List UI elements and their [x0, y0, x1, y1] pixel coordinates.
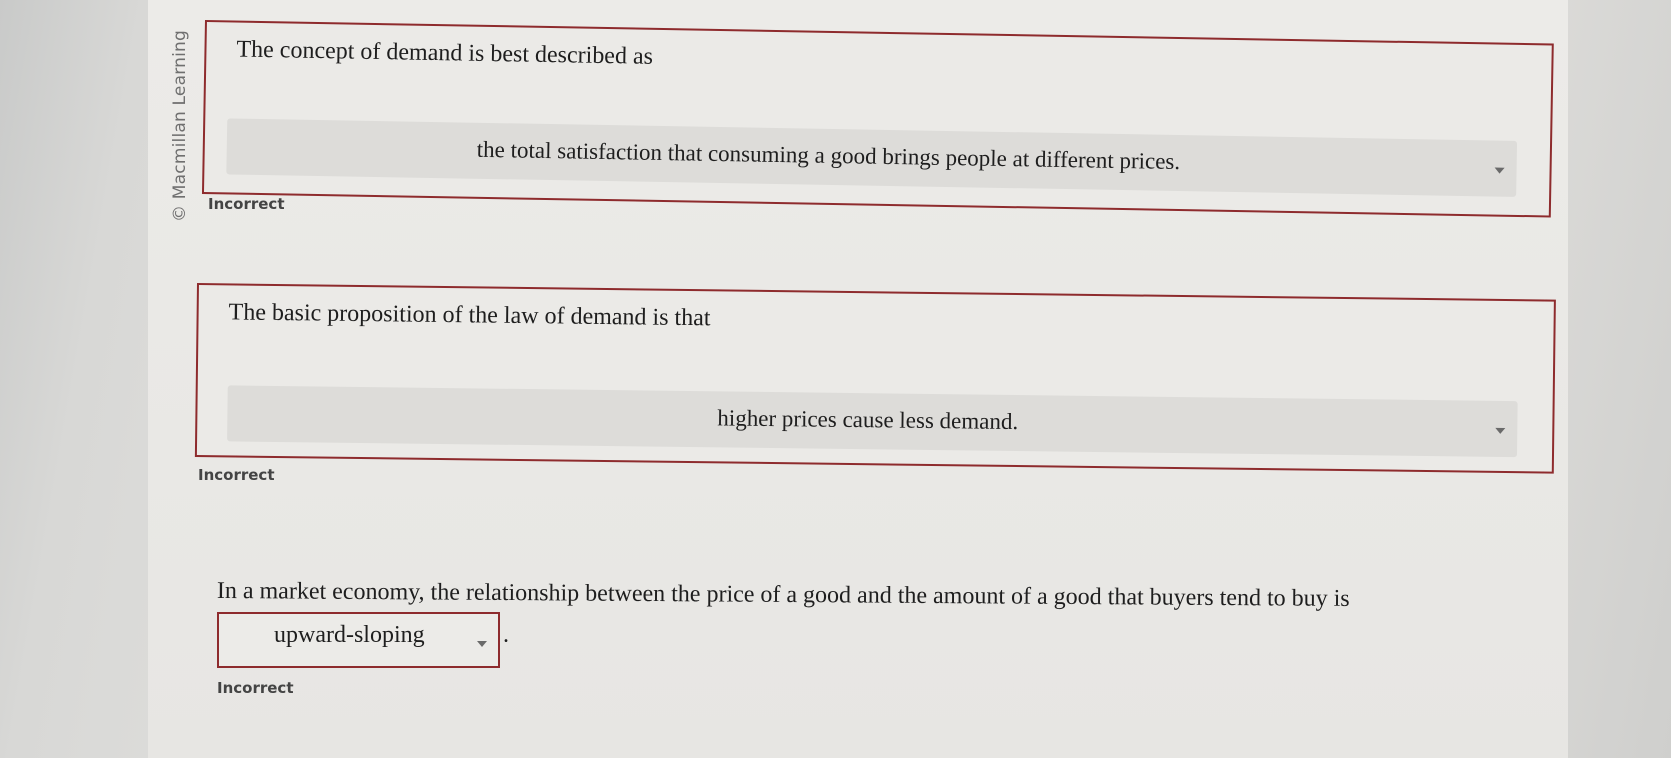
- question-2-dropdown[interactable]: higher prices cause less demand.: [227, 385, 1518, 458]
- question-2-prompt: The basic proposition of the law of dema…: [228, 299, 711, 332]
- question-1-box: The concept of demand is best described …: [201, 20, 1554, 218]
- question-3-status: Incorrect: [217, 679, 294, 697]
- question-1-dropdown[interactable]: the total satisfaction that consuming a …: [226, 118, 1518, 197]
- question-3-dropdown[interactable]: upward-sloping: [217, 612, 500, 668]
- question-2-selected: higher prices cause less demand.: [717, 405, 1019, 435]
- chevron-down-icon[interactable]: [477, 641, 487, 647]
- chevron-down-icon[interactable]: [1495, 427, 1506, 434]
- question-2-box: The basic proposition of the law of dema…: [194, 283, 1556, 474]
- copyright-watermark: © Macmillan Learning: [170, 30, 190, 222]
- question-2-status: Incorrect: [198, 466, 275, 484]
- question-1-selected: the total satisfaction that consuming a …: [476, 136, 1181, 175]
- question-1-status: Incorrect: [208, 195, 285, 213]
- question-1-prompt: The concept of demand is best described …: [236, 36, 654, 70]
- chevron-down-icon[interactable]: [1494, 167, 1505, 174]
- question-3-selected: upward-sloping: [274, 622, 425, 648]
- question-3-suffix: .: [503, 622, 509, 648]
